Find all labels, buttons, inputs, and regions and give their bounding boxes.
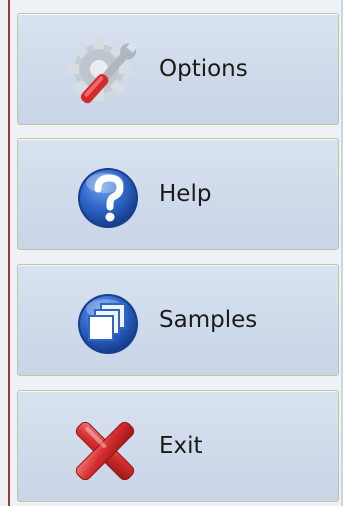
options-label: Options (159, 56, 248, 82)
samples-label: Samples (159, 307, 258, 333)
help-question-icon (78, 168, 138, 228)
samples-button[interactable]: Samples (17, 264, 339, 376)
exit-label: Exit (159, 433, 203, 459)
options-button[interactable]: Options (17, 13, 339, 125)
options-gear-wrench-icon (67, 37, 138, 104)
exit-x-icon (75, 421, 135, 481)
menu-panel: Options Help Samples Exit (0, 0, 343, 506)
samples-windows-icon (78, 294, 138, 354)
exit-button[interactable]: Exit (17, 390, 339, 502)
help-button[interactable]: Help (17, 138, 339, 250)
panel-left-rule (8, 0, 10, 506)
help-label: Help (159, 181, 212, 207)
